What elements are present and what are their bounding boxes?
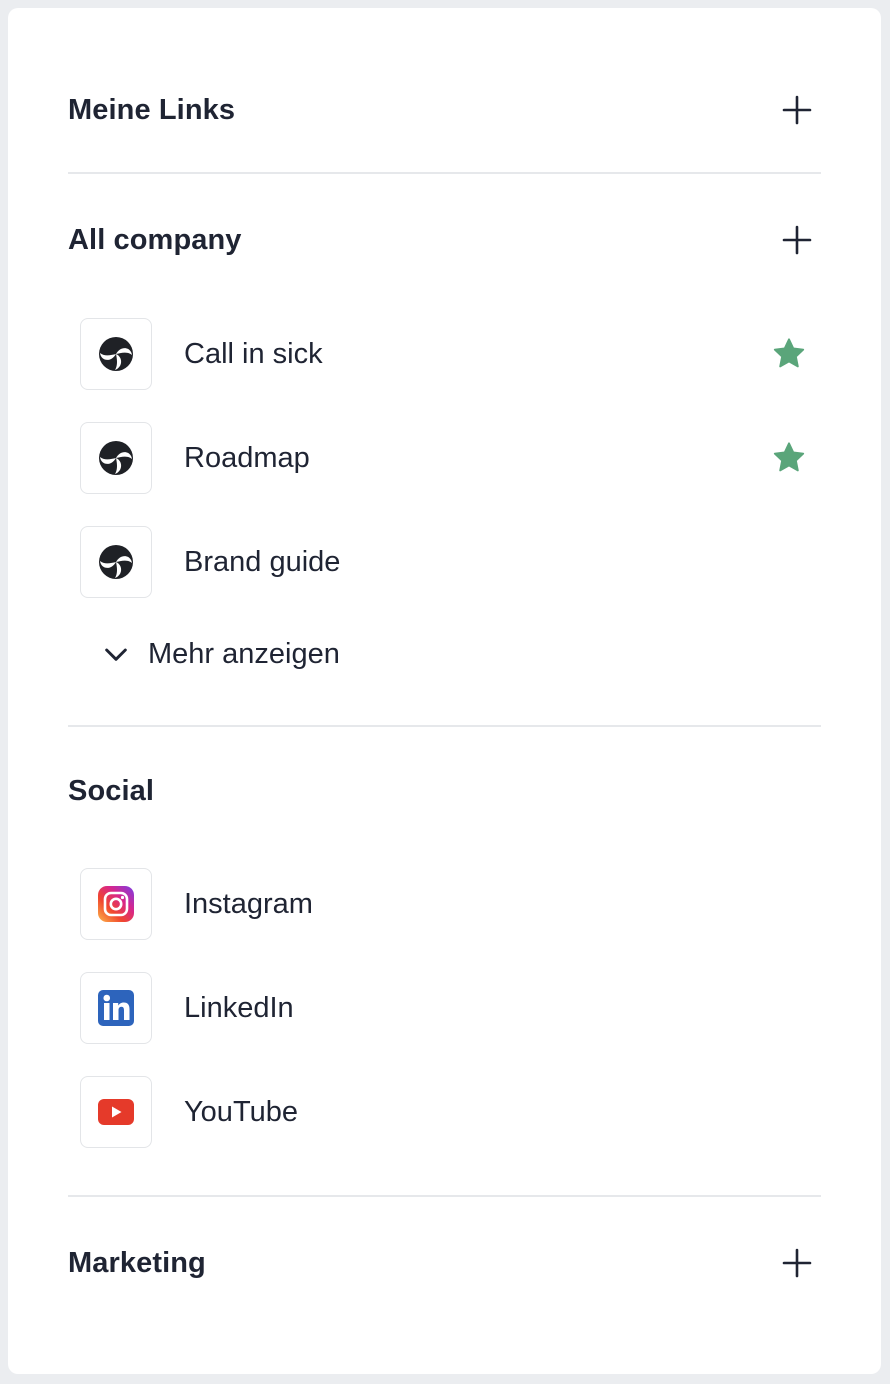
link-label: LinkedIn — [184, 991, 294, 1024]
chevron-down-icon — [105, 648, 127, 661]
linkedin-icon — [98, 990, 134, 1026]
add-my-link-button[interactable] — [777, 90, 817, 130]
link-item-youtube[interactable]: YouTube — [80, 1076, 821, 1148]
favorite-star-button[interactable] — [769, 334, 809, 374]
section-title: Meine Links — [68, 93, 236, 126]
star-icon — [773, 338, 805, 368]
section-header-all-company: All company — [68, 220, 821, 260]
plus-icon — [782, 95, 812, 125]
divider — [68, 725, 821, 727]
company-logo-icon — [99, 545, 133, 579]
link-label: Call in sick — [184, 337, 323, 370]
link-icon-box — [80, 868, 152, 940]
plus-icon — [782, 225, 812, 255]
divider — [68, 172, 821, 174]
link-icon-box — [80, 526, 152, 598]
section-header-marketing: Marketing — [68, 1243, 821, 1283]
link-item-roadmap[interactable]: Roadmap — [80, 422, 821, 494]
show-more-label: Mehr anzeigen — [148, 637, 340, 670]
add-company-link-button[interactable] — [777, 220, 817, 260]
link-item-linkedin[interactable]: LinkedIn — [80, 972, 821, 1044]
section-title: Marketing — [68, 1246, 206, 1279]
section-header-my-links: Meine Links — [68, 90, 821, 130]
link-label: Roadmap — [184, 441, 310, 474]
youtube-icon — [98, 1099, 134, 1125]
link-item-brand-guide[interactable]: Brand guide — [80, 526, 821, 598]
section-header-social: Social — [68, 771, 821, 811]
section-title: Social — [68, 774, 155, 807]
divider — [68, 1195, 821, 1197]
company-logo-icon — [99, 441, 133, 475]
link-icon-box — [80, 972, 152, 1044]
favorite-star-button[interactable] — [769, 438, 809, 478]
link-label: YouTube — [184, 1095, 298, 1128]
link-item-call-in-sick[interactable]: Call in sick — [80, 318, 821, 390]
show-more-button[interactable]: Mehr anzeigen — [100, 634, 340, 674]
link-label: Brand guide — [184, 545, 341, 578]
instagram-icon — [98, 886, 134, 922]
plus-icon — [782, 1248, 812, 1278]
links-panel: Meine Links All company Call in sick Roa… — [8, 8, 881, 1374]
link-icon-box — [80, 422, 152, 494]
link-icon-box — [80, 318, 152, 390]
add-marketing-link-button[interactable] — [777, 1243, 817, 1283]
company-logo-icon — [99, 337, 133, 371]
star-icon — [773, 442, 805, 472]
link-label: Instagram — [184, 887, 313, 920]
section-title: All company — [68, 223, 242, 256]
link-icon-box — [80, 1076, 152, 1148]
link-item-instagram[interactable]: Instagram — [80, 868, 821, 940]
